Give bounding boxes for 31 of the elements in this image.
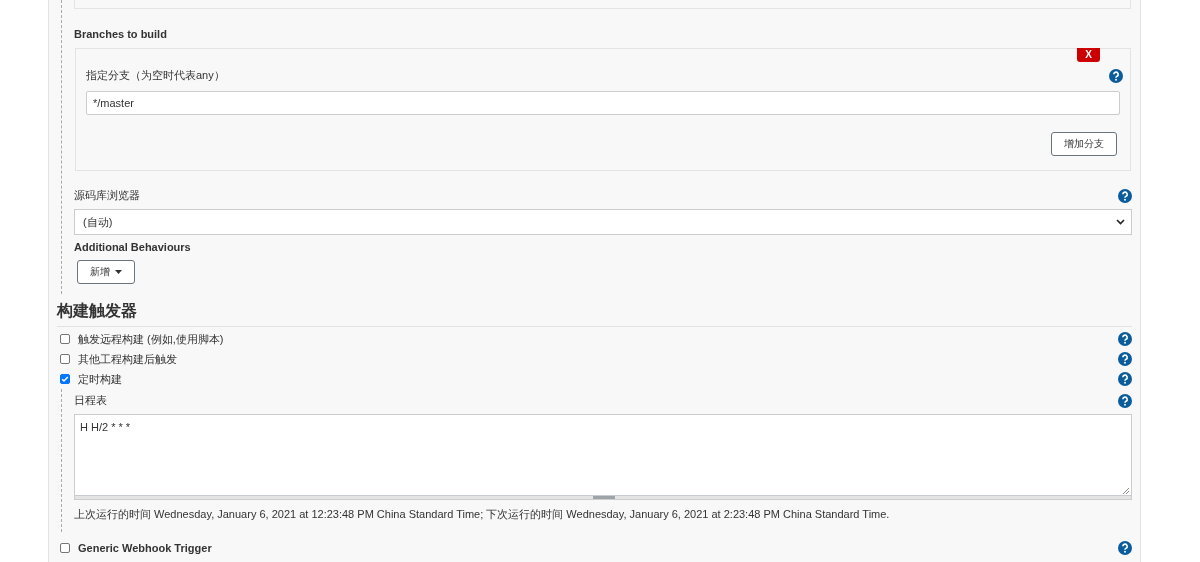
help-icon[interactable]: [1118, 188, 1132, 203]
branch-input[interactable]: */master: [86, 91, 1120, 115]
help-icon[interactable]: [1118, 393, 1132, 408]
checkbox[interactable]: [60, 354, 70, 364]
option-label: Generic Webhook Trigger: [78, 542, 212, 554]
option-label: 触发远程构建 (例如,使用脚本): [78, 331, 224, 347]
checkbox[interactable]: [60, 543, 70, 553]
section-heading: 构建触发器: [57, 301, 1132, 327]
section-label: Additional Behaviours: [74, 241, 192, 253]
chevron-down-icon: [1116, 219, 1125, 225]
field-label: 日程表: [74, 393, 107, 408]
checkbox[interactable]: [60, 374, 70, 384]
help-icon[interactable]: [1109, 69, 1123, 83]
add-dropdown-button[interactable]: 新增: [77, 260, 135, 284]
checkbox[interactable]: [60, 334, 70, 344]
help-icon[interactable]: [1118, 541, 1132, 555]
option-label: 定时构建: [78, 371, 122, 387]
schedule-textarea[interactable]: H H/2 * * *: [74, 414, 1132, 500]
help-icon[interactable]: [1118, 372, 1132, 386]
field-label: 指定分支（为空时代表any）: [86, 67, 225, 83]
caret-icon: [115, 270, 122, 274]
delete-button[interactable]: X: [1077, 48, 1100, 62]
add-branch-button[interactable]: 增加分支: [1051, 132, 1117, 156]
browser-select[interactable]: (自动): [74, 209, 1132, 235]
resize-grip-icon[interactable]: [1122, 487, 1129, 494]
section-label: Branches to build: [74, 28, 168, 40]
field-label: 源码库浏览器: [74, 188, 140, 203]
help-icon[interactable]: [1118, 352, 1132, 366]
help-icon[interactable]: [1118, 332, 1132, 346]
option-label: 其他工程构建后触发: [78, 351, 177, 367]
schedule-note: 上次运行的时间 Wednesday, January 6, 2021 at 12:23:48 PM China Standard Time; 下次运行的时间 Wednesday, January 6, 2021 at 2:23:48 PM China Standard Time.: [74, 507, 891, 522]
